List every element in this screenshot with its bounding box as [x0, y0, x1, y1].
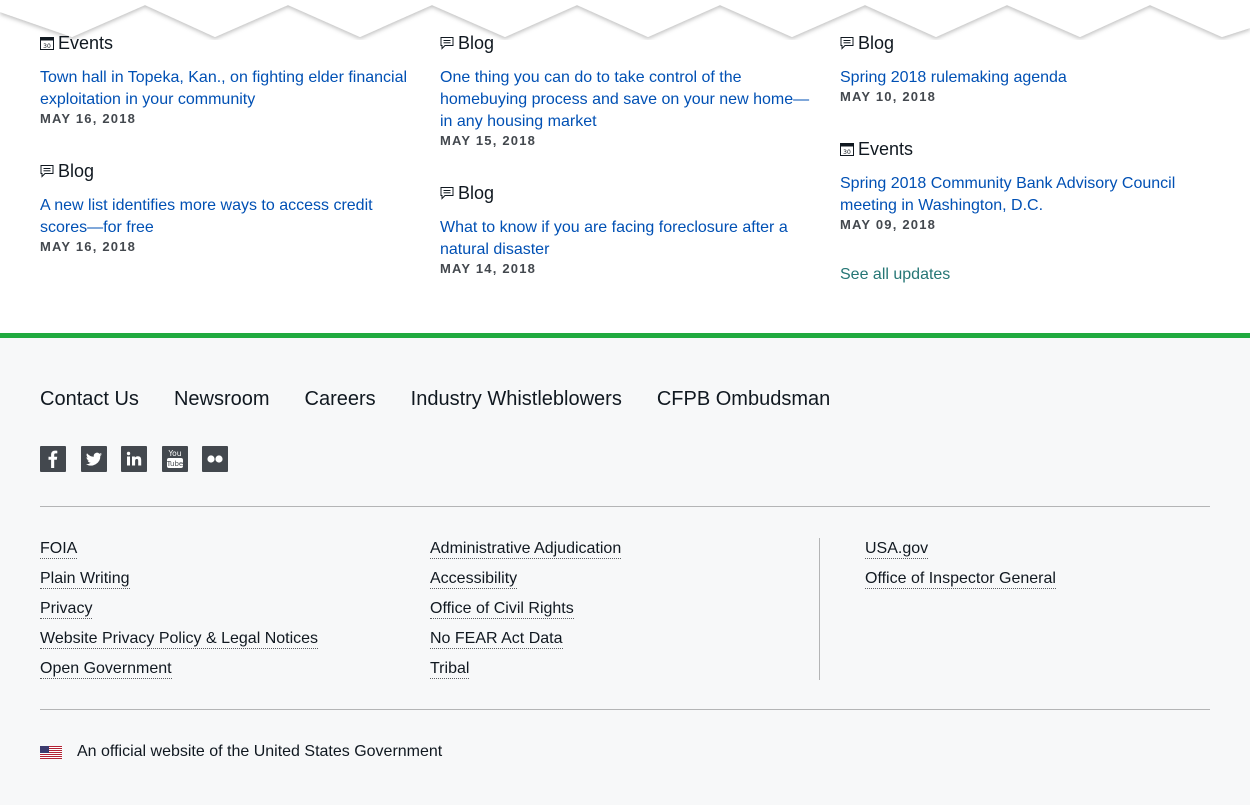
footer-divider	[40, 709, 1210, 710]
update-category-label: Blog	[58, 160, 95, 181]
footer-primary-nav: Contact Us Newsroom Careers Industry Whi…	[40, 388, 865, 411]
calendar-icon: 30	[40, 36, 54, 50]
update-category-label: Blog	[458, 182, 495, 203]
us-flag-icon	[40, 745, 62, 759]
office-of-civil-rights-link[interactable]: Office of Civil Rights	[430, 598, 621, 628]
update-date: MAY 09, 2018	[840, 217, 937, 232]
update-category: Blog	[40, 160, 410, 182]
office-of-inspector-general-link[interactable]: Office of Inspector General	[865, 568, 1056, 598]
footer-links-col-1: FOIA Plain Writing Privacy Website Priva…	[40, 538, 319, 688]
see-all-updates-link[interactable]: See all updates	[840, 266, 950, 284]
privacy-link[interactable]: Privacy	[40, 598, 318, 628]
footer-divider	[40, 506, 1210, 507]
footer-links-col-2: Administrative Adjudication Accessibilit…	[430, 538, 622, 688]
industry-whistleblowers-link[interactable]: Industry Whistleblowers	[411, 388, 622, 411]
update-date: MAY 10, 2018	[840, 89, 937, 104]
cfpb-ombudsman-link[interactable]: CFPB Ombudsman	[657, 388, 830, 411]
svg-text:Tube: Tube	[165, 460, 182, 468]
speech-bubble-icon	[440, 36, 454, 50]
update-date: MAY 16, 2018	[40, 239, 137, 254]
update-item: Blog What to know if you are facing fore…	[440, 182, 810, 279]
update-item: Blog Spring 2018 rulemaking agenda MAY 1…	[840, 32, 1210, 107]
no-fear-act-data-link[interactable]: No FEAR Act Data	[430, 628, 621, 658]
twitter-icon[interactable]	[80, 446, 107, 472]
svg-text:30: 30	[843, 149, 851, 156]
speech-bubble-icon	[440, 186, 454, 200]
youtube-icon[interactable]: You Tube	[161, 446, 188, 472]
footer-links-col-3: USA.gov Office of Inspector General	[865, 538, 1056, 598]
update-category-label: Blog	[858, 32, 895, 53]
latest-updates-section: Latest Updates 30 Events Town hall in To…	[0, 0, 1250, 333]
speech-bubble-icon	[40, 164, 54, 178]
update-item: 30 Events Spring 2018 Community Bank Adv…	[840, 138, 1210, 235]
site-footer: Contact Us Newsroom Careers Industry Whi…	[0, 333, 1250, 805]
accessibility-link[interactable]: Accessibility	[430, 568, 621, 598]
update-title-link[interactable]: Spring 2018 Community Bank Advisory Coun…	[840, 173, 1210, 217]
official-website-banner: An official website of the United States…	[40, 743, 442, 761]
foia-link[interactable]: FOIA	[40, 538, 318, 568]
newsroom-link[interactable]: Newsroom	[174, 388, 270, 411]
usa-gov-link[interactable]: USA.gov	[865, 538, 1056, 568]
update-title-link[interactable]: Spring 2018 rulemaking agenda	[840, 67, 1210, 89]
flickr-icon[interactable]	[202, 446, 228, 472]
facebook-icon[interactable]	[40, 446, 66, 472]
update-item: 30 Events Town hall in Topeka, Kan., on …	[40, 32, 410, 129]
linkedin-icon[interactable]	[121, 446, 147, 472]
update-category: 30 Events	[840, 138, 1210, 160]
update-title-link[interactable]: One thing you can do to take control of …	[440, 67, 810, 133]
speech-bubble-icon	[840, 36, 854, 50]
update-title-link[interactable]: A new list identifies more ways to acces…	[40, 195, 410, 239]
open-government-link[interactable]: Open Government	[40, 658, 318, 688]
update-category-label: Events	[58, 32, 114, 53]
administrative-adjudication-link[interactable]: Administrative Adjudication	[430, 538, 622, 568]
update-date: MAY 16, 2018	[40, 111, 137, 126]
calendar-icon: 30	[840, 142, 854, 156]
footer-column-divider	[819, 538, 820, 680]
update-date: MAY 14, 2018	[440, 261, 537, 276]
update-title-link[interactable]: Town hall in Topeka, Kan., on fighting e…	[40, 67, 410, 111]
contact-us-link[interactable]: Contact Us	[40, 388, 139, 411]
social-links: You Tube	[40, 446, 243, 472]
careers-link[interactable]: Careers	[305, 388, 376, 411]
update-category: Blog	[440, 182, 810, 204]
tribal-link[interactable]: Tribal	[430, 658, 621, 688]
svg-text:You: You	[167, 449, 181, 458]
svg-text:30: 30	[43, 43, 51, 50]
update-category-label: Events	[858, 138, 914, 159]
update-date: MAY 15, 2018	[440, 133, 537, 148]
update-item: Blog One thing you can do to take contro…	[440, 32, 810, 151]
plain-writing-link[interactable]: Plain Writing	[40, 568, 318, 598]
update-category: Blog	[440, 32, 810, 54]
update-title-link[interactable]: What to know if you are facing foreclosu…	[440, 217, 810, 261]
official-website-text: An official website of the United States…	[77, 743, 443, 760]
update-item: Blog A new list identifies more ways to …	[40, 160, 410, 257]
update-category: Blog	[840, 32, 1210, 54]
update-category-label: Blog	[458, 32, 495, 53]
section-heading: Latest Updates	[40, 0, 168, 10]
website-privacy-policy-link[interactable]: Website Privacy Policy & Legal Notices	[40, 628, 319, 658]
update-category: 30 Events	[40, 32, 410, 54]
